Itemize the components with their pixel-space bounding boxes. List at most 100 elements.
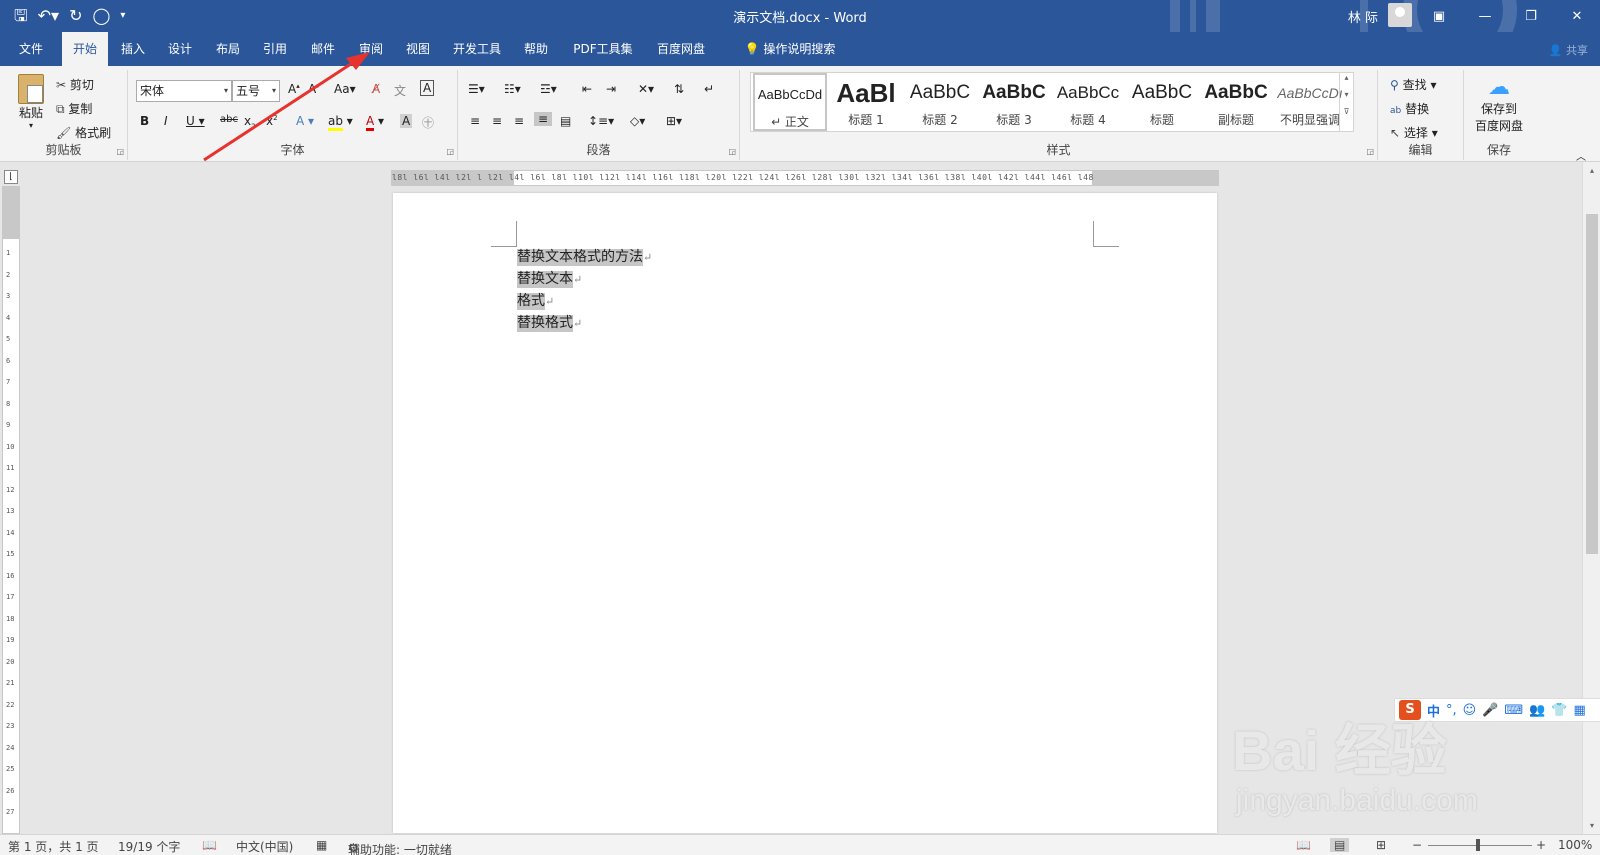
scroll-thumb[interactable] [1586, 214, 1598, 554]
ime-toolbar[interactable]: S 中 °, ☺ 🎤 ⌨ 👥 👕 ▦ [1394, 698, 1600, 722]
tab-references[interactable]: 引用 [253, 32, 297, 66]
style-heading-1[interactable]: AaBl 标题 1 [829, 73, 903, 131]
bold-button[interactable]: B [140, 114, 149, 128]
tab-selector[interactable]: ⌊ [4, 170, 18, 184]
skin-icon[interactable]: 👕 [1551, 703, 1567, 718]
font-color-icon[interactable]: A ▾ [366, 114, 384, 131]
tab-review[interactable]: 审阅 [348, 32, 394, 66]
chevron-up-icon[interactable]: ▴ [1340, 73, 1353, 82]
style-normal[interactable]: AaBbCcDd ↵ 正文 [753, 73, 827, 131]
restore-icon[interactable]: ❐ [1508, 0, 1554, 32]
increase-indent-icon[interactable]: ⇥ [606, 82, 616, 96]
subscript-button[interactable]: x2 [244, 114, 256, 130]
grid-icon[interactable]: ▦ [1574, 703, 1586, 718]
document-body[interactable]: 替换文本格式的方法↵ 替换文本↵ 格式↵ 替换格式↵ [517, 247, 652, 335]
numbering-icon[interactable]: ☷▾ [504, 82, 521, 96]
zoom-thumb[interactable] [1476, 839, 1480, 851]
user-icon[interactable]: 👥 [1529, 703, 1545, 718]
format-painter-button[interactable]: 🖌 格式刷 [56, 124, 111, 141]
style-heading-2[interactable]: AaBbC 标题 2 [903, 73, 977, 131]
italic-button[interactable]: I [164, 114, 168, 128]
language-status[interactable]: 中文(中国) [236, 838, 293, 855]
macro-icon[interactable]: ▦ [316, 838, 327, 852]
vertical-scrollbar[interactable]: ▴ ▾ [1582, 162, 1600, 834]
tab-pdf-tools[interactable]: PDF工具集 [566, 32, 640, 66]
tab-mailings[interactable]: 邮件 [301, 32, 345, 66]
page-count[interactable]: 第 1 页，共 1 页 [8, 838, 99, 855]
styles-scroller[interactable]: ▴ ▾ ⊽ [1339, 73, 1353, 131]
keyboard-icon[interactable]: ⌨ [1504, 703, 1523, 718]
share-button[interactable]: 👤 共享 [1549, 42, 1588, 58]
horizontal-ruler[interactable]: l8l l6l l4l l2l l l2l l4l l6l l8l l10l l… [391, 170, 1219, 186]
tab-view[interactable]: 视图 [396, 32, 440, 66]
close-icon[interactable]: ✕ [1554, 0, 1600, 32]
grow-font-button[interactable]: A▴ [288, 82, 300, 96]
align-left-icon[interactable]: ≡ [470, 114, 480, 128]
tab-baidu-netdisk[interactable]: 百度网盘 [648, 32, 714, 66]
dialog-launcher-icon[interactable]: ◲ [728, 147, 736, 156]
vertical-ruler[interactable]: 1 2 3 4 5 6 7 8 9 10 11 12 13 14 15 16 17 18 19 20 21 22 23 24 2… [2, 186, 20, 834]
char-shading-icon[interactable]: A [400, 114, 413, 128]
style-heading-3[interactable]: AaBbC 标题 3 [977, 73, 1051, 131]
bullets-icon[interactable]: ☰▾ [468, 82, 485, 96]
find-button[interactable]: ⚲ 查找 ▾ [1390, 76, 1436, 93]
tab-design[interactable]: 设计 [158, 32, 202, 66]
zoom-level[interactable]: 100% [1558, 838, 1592, 852]
font-size-select[interactable]: 五号 ▾ [232, 80, 280, 102]
more-styles-icon[interactable]: ⊽ [1340, 107, 1353, 116]
shrink-font-button[interactable]: A▾ [308, 82, 320, 96]
user-name[interactable]: 林 际 [1348, 7, 1378, 26]
paragraph[interactable]: 替换文本↵ [517, 269, 652, 291]
style-title[interactable]: AaBbC 标题 [1125, 73, 1199, 131]
style-subtitle[interactable]: AaBbC 副标题 [1199, 73, 1273, 131]
tab-home[interactable]: 开始 [62, 32, 108, 66]
emoji-icon[interactable]: ☺ [1463, 703, 1477, 718]
minimize-icon[interactable]: — [1462, 0, 1508, 32]
paragraph[interactable]: 格式↵ [517, 291, 652, 313]
enclose-char-icon[interactable]: ㊉ [422, 114, 434, 131]
show-marks-icon[interactable]: ↵ [704, 82, 714, 96]
strikethrough-button[interactable]: abc [220, 114, 238, 125]
distributed-icon[interactable]: ▤ [560, 114, 571, 128]
tab-file[interactable]: 文件 [10, 32, 52, 66]
superscript-button[interactable]: x2 [266, 114, 278, 128]
collapse-ribbon-icon[interactable]: ︿ [1576, 148, 1586, 163]
multilevel-list-icon[interactable]: ☲▾ [540, 82, 557, 96]
shading-icon[interactable]: ◇▾ [630, 114, 645, 128]
zoom-in-button[interactable]: + [1536, 838, 1546, 852]
text-effects-icon[interactable]: A ▾ [296, 114, 314, 128]
read-mode-icon[interactable]: 📖 [1296, 838, 1311, 852]
underline-button[interactable]: U ▾ [186, 114, 205, 128]
proofing-icon[interactable]: 📖 [202, 838, 217, 852]
chinese-layout-icon[interactable]: ✕▾ [638, 82, 654, 96]
highlight-icon[interactable]: ab ▾ [328, 114, 353, 131]
ime-mode[interactable]: 中 [1427, 701, 1440, 720]
phonetic-guide-icon[interactable]: 文 [394, 82, 406, 99]
line-spacing-icon[interactable]: ↕≡▾ [588, 114, 614, 128]
ime-punct[interactable]: °, [1446, 703, 1457, 718]
clear-formatting-icon[interactable]: A̸ [372, 82, 380, 96]
chevron-down-icon[interactable]: ▾ [1340, 90, 1353, 99]
tab-insert[interactable]: 插入 [112, 32, 154, 66]
dialog-launcher-icon[interactable]: ◲ [116, 147, 124, 156]
paragraph[interactable]: 替换格式↵ [517, 313, 652, 335]
align-center-icon[interactable]: ≡ [492, 114, 502, 128]
scroll-up-icon[interactable]: ▴ [1583, 166, 1600, 175]
dialog-launcher-icon[interactable]: ◲ [446, 147, 454, 156]
char-border-icon[interactable]: A [420, 80, 435, 96]
paste-button[interactable]: 粘贴 ▾ [14, 74, 48, 130]
tab-layout[interactable]: 布局 [206, 32, 250, 66]
document-page[interactable]: 替换文本格式的方法↵ 替换文本↵ 格式↵ 替换格式↵ [393, 193, 1217, 833]
zoom-slider[interactable] [1428, 845, 1532, 846]
web-layout-icon[interactable]: ⊞ [1376, 838, 1386, 852]
ribbon-display-icon[interactable]: ▣ [1416, 0, 1462, 32]
font-name-select[interactable]: 宋体 ▾ [136, 80, 232, 102]
style-heading-4[interactable]: AaBbCc 标题 4 [1051, 73, 1125, 131]
style-subtle-emphasis[interactable]: AaBbCcDı 不明显强调 [1273, 73, 1347, 131]
tell-me-search[interactable]: 💡 操作说明搜索 [730, 32, 850, 66]
decrease-indent-icon[interactable]: ⇤ [582, 82, 592, 96]
word-count[interactable]: 19/19 个字 [118, 838, 180, 855]
dialog-launcher-icon[interactable]: ◲ [1366, 147, 1374, 156]
avatar[interactable] [1388, 3, 1412, 27]
tab-developer[interactable]: 开发工具 [446, 32, 508, 66]
